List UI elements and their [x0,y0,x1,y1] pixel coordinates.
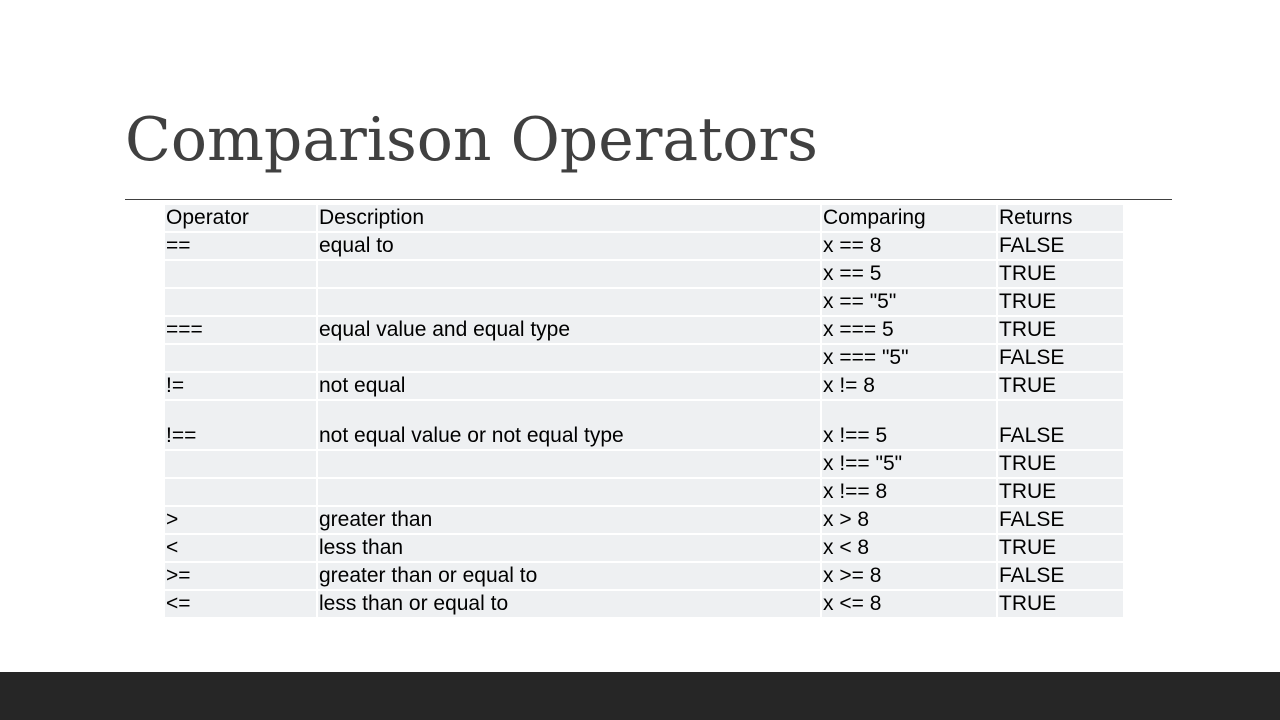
slide-title: Comparison Operators [125,105,818,175]
operator-cell: != [163,371,318,401]
table-row: <= less than or equal to x <= 8 TRUE [163,589,1125,619]
comparing-cell: x >= 8 [820,561,998,591]
table-header-row: Operator Description Comparing Returns [163,203,1125,233]
header-cell-returns: Returns [996,203,1125,233]
description-cell [316,287,822,317]
description-cell [316,477,822,507]
description-cell: not equal [316,371,822,401]
returns-cell: TRUE [996,589,1125,619]
returns-cell: TRUE [996,315,1125,345]
returns-cell: TRUE [996,533,1125,563]
returns-cell: FALSE [996,561,1125,591]
table-row: === equal value and equal type x === 5 T… [163,315,1125,345]
operator-cell: >= [163,561,318,591]
comparing-cell: x == "5" [820,287,998,317]
table-row: > greater than x > 8 FALSE [163,505,1125,535]
table-row: x == 5 TRUE [163,259,1125,289]
comparing-cell: x <= 8 [820,589,998,619]
returns-cell: TRUE [996,259,1125,289]
header-cell-comparing: Comparing [820,203,998,233]
title-divider [125,199,1172,200]
comparing-cell: x === "5" [820,343,998,373]
description-cell [316,449,822,479]
operator-cell [163,449,318,479]
comparing-cell: x == 5 [820,259,998,289]
bottom-bar [0,672,1280,720]
comparing-cell: x !== 8 [820,477,998,507]
comparing-cell: x !== "5" [820,449,998,479]
returns-cell: FALSE [996,399,1125,451]
operator-cell [163,259,318,289]
operator-cell: < [163,533,318,563]
operator-cell: !== [163,399,318,451]
description-cell: not equal value or not equal type [316,399,822,451]
description-cell: equal to [316,231,822,261]
comparing-cell: x != 8 [820,371,998,401]
returns-cell: TRUE [996,449,1125,479]
returns-cell: TRUE [996,287,1125,317]
description-cell: greater than or equal to [316,561,822,591]
operator-cell [163,287,318,317]
comparison-operators-table: Operator Description Comparing Returns =… [163,203,1125,619]
description-cell: greater than [316,505,822,535]
table-row: x === "5" FALSE [163,343,1125,373]
table-row: x !== "5" TRUE [163,449,1125,479]
operator-cell [163,343,318,373]
operator-cell: > [163,505,318,535]
returns-cell: FALSE [996,505,1125,535]
operator-cell: == [163,231,318,261]
returns-cell: FALSE [996,231,1125,261]
operator-cell: === [163,315,318,345]
comparing-cell: x !== 5 [820,399,998,451]
description-cell [316,259,822,289]
table-row: == equal to x == 8 FALSE [163,231,1125,261]
description-cell: less than or equal to [316,589,822,619]
description-cell [316,343,822,373]
returns-cell: TRUE [996,371,1125,401]
table-row: != not equal x != 8 TRUE [163,371,1125,401]
description-cell: equal value and equal type [316,315,822,345]
comparing-cell: x === 5 [820,315,998,345]
header-cell-description: Description [316,203,822,233]
returns-cell: TRUE [996,477,1125,507]
table-row: x !== 8 TRUE [163,477,1125,507]
table-row: x == "5" TRUE [163,287,1125,317]
description-cell: less than [316,533,822,563]
operator-cell: <= [163,589,318,619]
comparing-cell: x > 8 [820,505,998,535]
table-row: < less than x < 8 TRUE [163,533,1125,563]
header-cell-operator: Operator [163,203,318,233]
table-row: >= greater than or equal to x >= 8 FALSE [163,561,1125,591]
returns-cell: FALSE [996,343,1125,373]
comparing-cell: x < 8 [820,533,998,563]
comparing-cell: x == 8 [820,231,998,261]
table-row: !== not equal value or not equal type x … [163,399,1125,451]
operator-cell [163,477,318,507]
